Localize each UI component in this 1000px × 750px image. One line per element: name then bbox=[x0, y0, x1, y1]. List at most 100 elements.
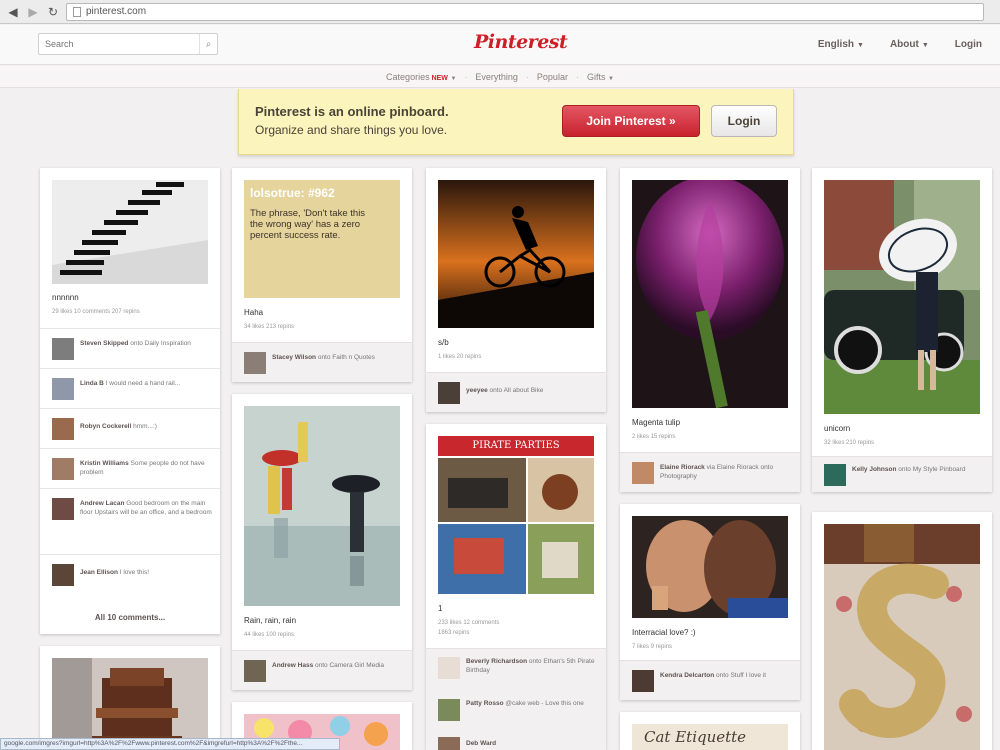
banner-login-button[interactable]: Login bbox=[711, 105, 777, 137]
commenter-name[interactable]: Andrew Lacan bbox=[80, 500, 124, 507]
avatar[interactable] bbox=[52, 498, 74, 520]
avatar[interactable] bbox=[244, 352, 266, 374]
pin-card[interactable]: Rain, rain, rain 44 likes 100 repins And… bbox=[232, 394, 412, 690]
board-link[interactable]: onto All about Bike bbox=[490, 387, 544, 394]
search-input[interactable] bbox=[39, 39, 199, 49]
board-link[interactable]: onto Camera Girl Media bbox=[315, 662, 384, 669]
comment-row: Kristin Williams Some people do not have… bbox=[40, 448, 220, 488]
pin-card[interactable]: nnnnnn 29 likes 10 comments 207 repins S… bbox=[40, 168, 220, 634]
pin-attribution: yeeyee onto All about Bike bbox=[426, 372, 606, 412]
pinner-name[interactable]: Andrew Hass bbox=[272, 662, 313, 669]
banner-subtitle: Organize and share things you love. bbox=[255, 123, 448, 137]
gifts-label: Gifts bbox=[586, 71, 606, 82]
pin-card[interactable]: PIRATE PARTIES 1 233 likes 12 comments 1… bbox=[426, 424, 606, 750]
gifts-menu[interactable]: Gifts ▼ bbox=[587, 72, 614, 82]
pin-stats: 32 likes 210 repins bbox=[824, 440, 875, 446]
pin-card[interactable]: lolsotrue: #962 The phrase, 'Don't take … bbox=[232, 168, 412, 382]
separator: · bbox=[525, 71, 529, 82]
commenter-name[interactable]: Kristin Williams bbox=[80, 460, 129, 467]
pin-image-quote[interactable]: lolsotrue: #962 The phrase, 'Don't take … bbox=[244, 180, 400, 298]
search-icon[interactable]: ⌕ bbox=[199, 34, 217, 54]
avatar[interactable] bbox=[52, 378, 74, 400]
avatar[interactable] bbox=[438, 657, 460, 679]
comment-text: onto Daily Inspiration bbox=[130, 340, 191, 347]
all-comments-link[interactable]: All 10 comments... bbox=[40, 613, 220, 622]
board-link[interactable]: onto Faith n Quotes bbox=[318, 354, 375, 361]
search-box: ⌕ bbox=[38, 33, 218, 55]
pin-description: Haha bbox=[244, 308, 264, 317]
avatar[interactable] bbox=[52, 338, 74, 360]
pin-image-vintage-car[interactable] bbox=[824, 180, 980, 414]
header-login-link[interactable]: Login bbox=[955, 39, 982, 50]
pin-card[interactable]: Interracial love? :) 7 likes 9 repins Ke… bbox=[620, 504, 800, 700]
language-menu[interactable]: English ▼ bbox=[818, 39, 864, 50]
about-menu[interactable]: About ▼ bbox=[890, 39, 929, 50]
categories-menu[interactable]: Categories NEW ▼ bbox=[386, 72, 456, 82]
back-icon[interactable]: ◀ bbox=[6, 5, 20, 19]
categories-label: Categories bbox=[386, 71, 430, 82]
browser-status-bar: google.com/imgres?imgurl=http%3A%2F%2Fww… bbox=[0, 738, 340, 750]
pin-image-letter-s-cake[interactable] bbox=[824, 524, 980, 750]
avatar[interactable] bbox=[632, 462, 654, 484]
site-header: ⌕ Pinterest English▼ About▼ Login bbox=[0, 25, 1000, 65]
commenter-name[interactable]: Deb Ward bbox=[466, 740, 496, 747]
pin-image-bike-sunset[interactable] bbox=[438, 180, 594, 328]
pin-card[interactable] bbox=[812, 512, 992, 750]
pinterest-logo[interactable]: Pinterest bbox=[474, 31, 568, 53]
join-pinterest-button[interactable]: Join Pinterest » bbox=[562, 105, 700, 137]
avatar[interactable] bbox=[824, 464, 846, 486]
avatar[interactable] bbox=[438, 382, 460, 404]
pin-description: 1 bbox=[438, 604, 443, 613]
chevron-down-icon: ▼ bbox=[607, 75, 614, 82]
pin-card[interactable] bbox=[40, 646, 220, 750]
pin-image-staircase[interactable] bbox=[52, 180, 208, 284]
pin-card[interactable]: Cat Etiquette bbox=[620, 712, 800, 750]
commenter-name[interactable]: Linda B bbox=[80, 380, 104, 387]
commenter-name[interactable]: Beverly Richardson bbox=[466, 658, 527, 665]
pinner-name[interactable]: yeeyee bbox=[466, 387, 488, 394]
avatar[interactable] bbox=[52, 564, 74, 586]
avatar[interactable] bbox=[438, 699, 460, 721]
comment-row: Robyn Cockerell hmm...:) bbox=[40, 408, 220, 448]
pin-image-cat-etiquette[interactable]: Cat Etiquette bbox=[632, 724, 788, 750]
banner-title: Pinterest is an online pinboard. bbox=[255, 104, 449, 119]
comment-row: Andrew Lacan Good bedroom on the main fl… bbox=[40, 488, 220, 554]
avatar[interactable] bbox=[52, 418, 74, 440]
board-link[interactable]: onto My Style Pinboard bbox=[898, 466, 965, 473]
reload-icon[interactable]: ↻ bbox=[46, 5, 60, 19]
pin-image-chocolate-fountain[interactable] bbox=[52, 658, 208, 750]
comment-text: I love this! bbox=[119, 569, 150, 576]
comment-text: I would need a hand rail... bbox=[105, 380, 181, 387]
avatar[interactable] bbox=[438, 737, 460, 750]
pinner-name[interactable]: Kelly Johnson bbox=[852, 466, 896, 473]
comment-row: Linda B I would need a hand rail... bbox=[40, 368, 220, 408]
pin-card[interactable]: unicorn 32 likes 210 repins Kelly Johnso… bbox=[812, 168, 992, 492]
pin-image-tulip[interactable] bbox=[632, 180, 788, 408]
avatar[interactable] bbox=[244, 660, 266, 682]
commenter-name[interactable]: Steven Skipped bbox=[80, 340, 128, 347]
pinner-name[interactable]: Stacey Wilson bbox=[272, 354, 316, 361]
pin-image-pirate-collage[interactable] bbox=[438, 458, 594, 594]
page-icon bbox=[73, 6, 81, 17]
pin-description: Interracial love? :) bbox=[632, 628, 696, 637]
avatar[interactable] bbox=[52, 458, 74, 480]
pin-description: unicorn bbox=[824, 424, 851, 433]
pin-stats: 34 likes 213 repins bbox=[244, 324, 295, 330]
address-bar[interactable]: pinterest.com bbox=[66, 2, 984, 21]
pinner-name[interactable]: Elaine Riorack bbox=[660, 464, 705, 471]
pin-card[interactable]: Magenta tulip 2 likes 15 repins Elaine R… bbox=[620, 168, 800, 492]
signup-banner: Pinterest is an online pinboard. Organiz… bbox=[238, 89, 794, 155]
pin-image-couple[interactable] bbox=[632, 516, 788, 618]
board-link[interactable]: onto Stuff I love it bbox=[716, 672, 766, 679]
pinner-name[interactable]: Kendra Delcarton bbox=[660, 672, 714, 679]
pin-card[interactable]: s/b 1 likes 20 repins yeeyee onto All ab… bbox=[426, 168, 606, 412]
popular-link[interactable]: Popular bbox=[537, 72, 568, 82]
commenter-name[interactable]: Patty Rosso bbox=[466, 700, 504, 707]
pin-attribution: Kelly Johnson onto My Style Pinboard bbox=[812, 456, 992, 492]
commenter-name[interactable]: Jean Ellison bbox=[80, 569, 118, 576]
pin-image-rain-painting[interactable] bbox=[244, 406, 400, 606]
everything-link[interactable]: Everything bbox=[475, 72, 518, 82]
commenter-name[interactable]: Robyn Cockerell bbox=[80, 423, 131, 430]
avatar[interactable] bbox=[632, 670, 654, 692]
forward-icon[interactable]: ▶ bbox=[26, 5, 40, 19]
